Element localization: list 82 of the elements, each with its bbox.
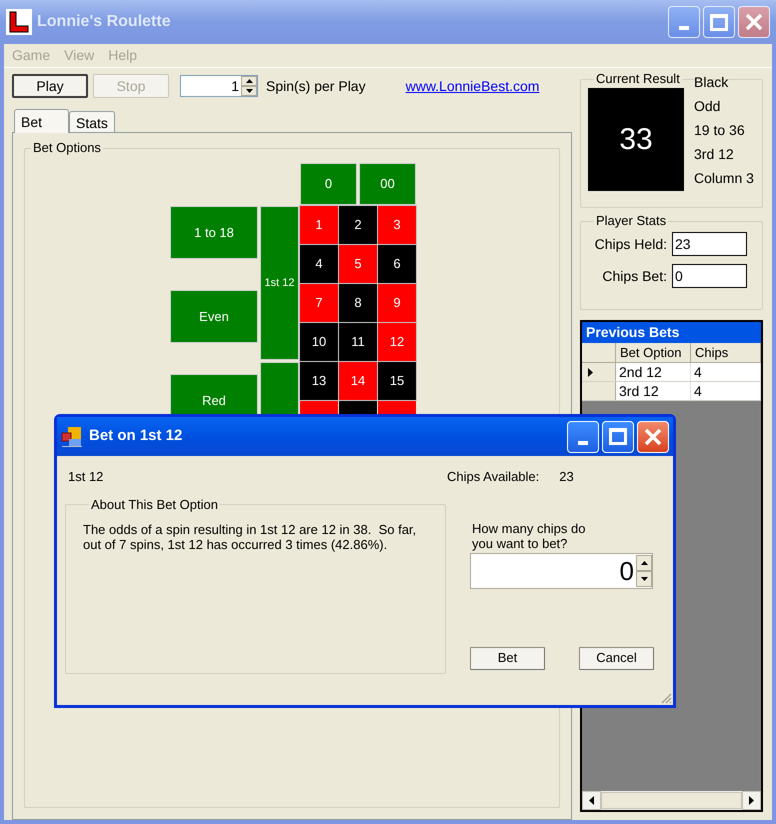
number-cell[interactable]: 12 [378, 323, 416, 361]
number-cell[interactable]: 6 [378, 245, 416, 283]
right-arrow-icon [749, 796, 754, 805]
stat-field[interactable]: 23 [672, 232, 747, 256]
bet-description: The odds of a spin resulting in 1st 12 are 12 in 38. So far, out of 7 spins, 1st 12 has occurred 3 times (42.86%). [83, 522, 418, 552]
number-cell[interactable]: 7 [300, 284, 338, 322]
number-cell[interactable]: 10 [300, 323, 338, 361]
chips-available-value: 23 [559, 468, 574, 486]
down-arrow-icon [246, 89, 252, 93]
result-number: 33 [588, 88, 684, 191]
chips-available-label: Chips Available: [447, 468, 540, 486]
up-arrow-icon [246, 79, 252, 83]
number-cell[interactable]: 15 [378, 362, 416, 400]
result-attribute: Black [694, 73, 730, 92]
row-header-cell[interactable] [582, 382, 616, 400]
result-attribute: Odd [694, 97, 722, 116]
chips-field[interactable]: 0 [470, 552, 653, 588]
spin-down-button[interactable] [241, 86, 257, 96]
table-cell: 2nd 12 [616, 363, 691, 381]
tab[interactable]: Bet [14, 109, 70, 133]
dozen-bet-cell[interactable]: 1st 12 [260, 206, 299, 360]
result-attribute: 19 to 36 [694, 121, 746, 140]
group-title: Current Result [595, 72, 681, 86]
table-cell: 4 [691, 382, 761, 400]
spin-up-button[interactable] [241, 76, 257, 86]
play-button[interactable]: Play [12, 74, 88, 98]
outside-bet-cell[interactable]: 1 to 18 [170, 206, 258, 259]
grid-title: Previous Bets [582, 322, 761, 343]
scroll-right-button[interactable] [742, 791, 761, 810]
number-cell[interactable]: 3 [378, 206, 416, 244]
zero-bet-cell[interactable]: 0 [300, 163, 357, 205]
down-arrow-icon [640, 576, 648, 580]
zero-bet-cell[interactable]: 00 [359, 163, 416, 205]
number-cell[interactable]: 8 [339, 284, 377, 322]
window-title: Lonnie's Roulette [37, 12, 171, 32]
number-cell[interactable]: 1 [300, 206, 338, 244]
resize-grip-icon [660, 692, 672, 704]
table-cell: 4 [691, 363, 761, 381]
stat-label: Chips Bet: [602, 266, 667, 286]
column-header[interactable]: Bet Option [616, 343, 691, 362]
website-link[interactable]: www.LonnieBest.com [406, 76, 540, 96]
group-title: Bet Options [32, 141, 102, 155]
group-title: About This Bet Option [90, 498, 219, 512]
bet-prompt: How many chips do you want to bet? [472, 520, 586, 550]
outside-bet-cell[interactable]: Even [170, 290, 258, 343]
horizontal-scrollbar[interactable] [582, 791, 761, 810]
number-cell[interactable]: 4 [300, 245, 338, 283]
spins-field[interactable]: 1 [180, 75, 258, 97]
bet-button[interactable]: Bet [470, 646, 545, 670]
cancel-button[interactable]: Cancel [579, 646, 654, 670]
result-attribute: 3rd 12 [694, 145, 735, 164]
number-cell[interactable]: 14 [339, 362, 377, 400]
stat-field[interactable]: 0 [672, 264, 747, 288]
result-attribute: Column 3 [694, 169, 754, 188]
column-header[interactable]: Chips [691, 343, 761, 362]
number-cell[interactable]: 11 [339, 323, 377, 361]
stat-label: Chips Held: [594, 234, 667, 254]
left-arrow-icon [589, 796, 594, 805]
spins-label: Spin(s) per Play [266, 76, 366, 96]
dialog-title: Bet on 1st 12 [89, 426, 182, 446]
maximize-button[interactable] [703, 6, 735, 38]
spin-down-button[interactable] [636, 570, 652, 586]
app-logo-icon [6, 9, 32, 35]
scroll-left-button[interactable] [582, 791, 601, 810]
tab[interactable]: Stats [69, 111, 115, 132]
number-cell[interactable]: 13 [300, 362, 338, 400]
number-cell[interactable]: 9 [378, 284, 416, 322]
group-title: Player Stats [595, 214, 668, 228]
close-icon [745, 13, 763, 31]
table-cell: 3rd 12 [616, 382, 691, 400]
scroll-thumb[interactable] [601, 792, 742, 809]
spin-up-button[interactable] [636, 554, 652, 570]
close-button[interactable] [738, 6, 770, 38]
close-icon [644, 428, 662, 446]
up-arrow-icon [640, 560, 648, 564]
number-cell[interactable]: 5 [339, 245, 377, 283]
row-header-cell[interactable] [582, 363, 616, 381]
number-cell[interactable]: 2 [339, 206, 377, 244]
row-pointer-icon [588, 368, 593, 376]
minimize-button[interactable] [668, 6, 700, 38]
app-icon [61, 426, 83, 448]
bet-name: 1st 12 [67, 468, 104, 486]
